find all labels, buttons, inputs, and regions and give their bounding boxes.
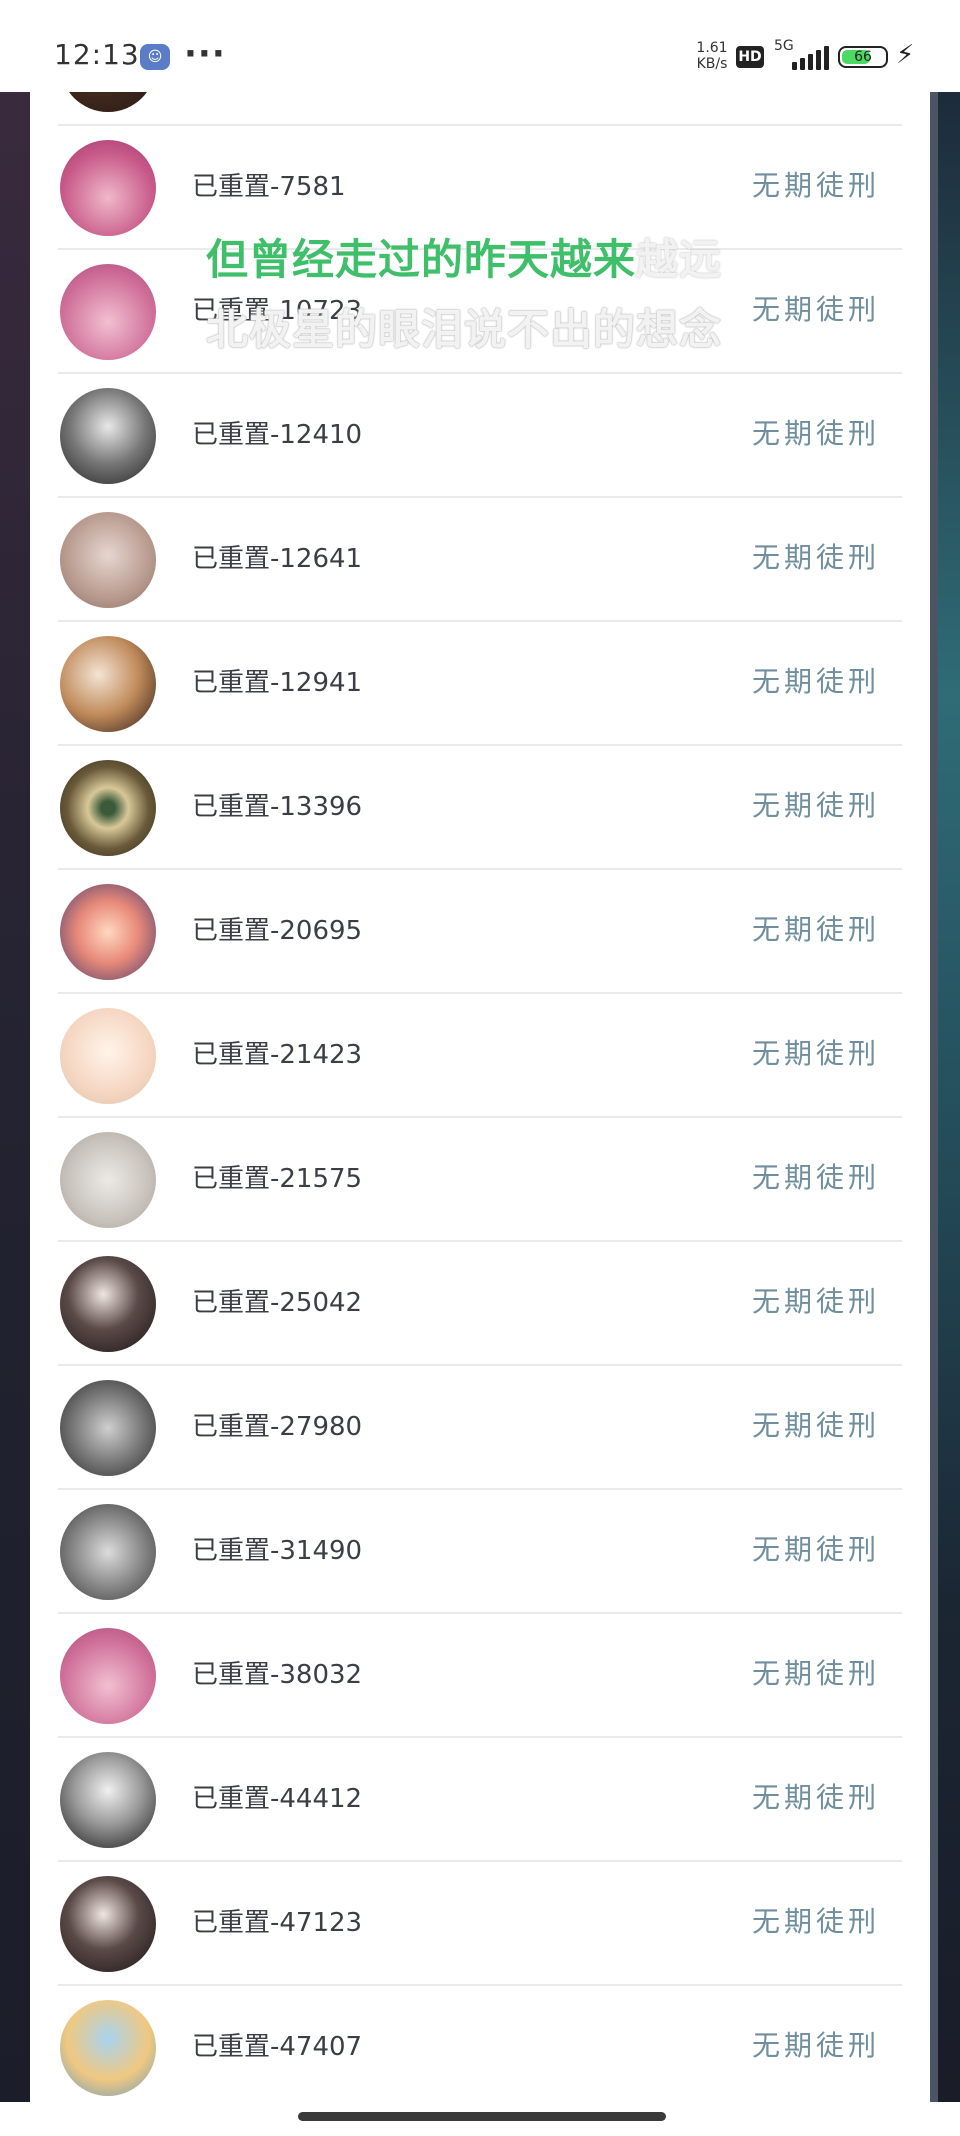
- hd-icon: HD: [736, 46, 764, 68]
- sentence-status: 无期徒刑: [751, 1905, 880, 1938]
- avatar[interactable]: [60, 636, 156, 732]
- user-name: 已重置-38032: [192, 1660, 363, 1690]
- avatar[interactable]: [60, 1380, 156, 1476]
- sentence-status: 无期徒刑: [751, 1037, 880, 1070]
- user-name: 已重置-20695: [192, 916, 363, 946]
- avatar[interactable]: [60, 760, 156, 856]
- sentence-status: 无期徒刑: [751, 293, 880, 326]
- wallpaper-left-edge: [0, 92, 30, 2102]
- avatar[interactable]: [60, 1008, 156, 1104]
- sentence-status: 无期徒刑: [751, 417, 880, 450]
- battery-level: 66: [854, 49, 872, 65]
- avatar[interactable]: [60, 1256, 156, 1352]
- sentence-status: 无期徒刑: [751, 913, 880, 946]
- clock: 12:13: [54, 38, 140, 71]
- list-item[interactable]: [58, 92, 902, 126]
- list-item[interactable]: 已重置-13396 无期徒刑: [58, 746, 902, 870]
- lyric-line-1-unsung: 越远: [636, 235, 723, 284]
- user-name: 已重置-21423: [192, 1040, 363, 1070]
- lyric-line-2: 北极星的眼泪说不出的想念: [206, 305, 723, 354]
- list-item[interactable]: 已重置-12410 无期徒刑: [58, 374, 902, 498]
- user-name: 已重置-21575: [192, 1164, 363, 1194]
- sentence-status: 无期徒刑: [751, 1161, 880, 1194]
- avatar[interactable]: [60, 140, 156, 236]
- home-indicator[interactable]: [298, 2112, 666, 2121]
- list-item[interactable]: 已重置-47123 无期徒刑: [58, 1862, 902, 1986]
- user-name: 已重置-13396: [192, 792, 363, 822]
- sentence-status: 无期徒刑: [751, 789, 880, 822]
- avatar[interactable]: [60, 884, 156, 980]
- list-item[interactable]: 已重置-20695 无期徒刑: [58, 870, 902, 994]
- user-name: 已重置-12641: [192, 544, 363, 574]
- avatar[interactable]: [60, 1752, 156, 1848]
- user-name: 已重置-27980: [192, 1412, 363, 1442]
- list-item[interactable]: 已重置-31490 无期徒刑: [58, 1490, 902, 1614]
- user-name: 已重置-47123: [192, 1908, 363, 1938]
- network-speed: 1.61 KB/s: [696, 40, 728, 72]
- list-item[interactable]: 已重置-47407 无期徒刑: [58, 1986, 902, 2102]
- avatar[interactable]: [60, 1504, 156, 1600]
- sentence-status: 无期徒刑: [751, 1781, 880, 1814]
- list-item[interactable]: 已重置-21423 无期徒刑: [58, 994, 902, 1118]
- sentence-status: 无期徒刑: [751, 665, 880, 698]
- user-name: 已重置-7581: [192, 172, 346, 202]
- list-item[interactable]: 已重置-25042 无期徒刑: [58, 1242, 902, 1366]
- user-name: 已重置-31490: [192, 1536, 363, 1566]
- more-notifications-icon: ···: [184, 34, 226, 74]
- user-name: 已重置-47407: [192, 2032, 363, 2062]
- user-name: 已重置-44412: [192, 1784, 363, 1814]
- list-item[interactable]: 已重置-12941 无期徒刑: [58, 622, 902, 746]
- avatar[interactable]: [60, 2000, 156, 2096]
- wallpaper-right-edge: [930, 92, 960, 2102]
- avatar[interactable]: [60, 264, 156, 360]
- list-item[interactable]: 已重置-21575 无期徒刑: [58, 1118, 902, 1242]
- avatar[interactable]: [60, 1876, 156, 1972]
- sentence-status: 无期徒刑: [751, 1285, 880, 1318]
- user-list: 已重置-7581 无期徒刑 已重置-10723 无期徒刑 已重置-12410 无期徒刑 已重…: [30, 92, 930, 2102]
- battery-icon: 66: [838, 46, 888, 68]
- avatar[interactable]: [60, 512, 156, 608]
- status-bar: 12:13 ☺ ··· 1.61 KB/s HD 5G 66 ⚡: [0, 0, 960, 92]
- user-name: 已重置-25042: [192, 1288, 363, 1318]
- sentence-status: 无期徒刑: [751, 2029, 880, 2062]
- signal-strength-icon: [788, 44, 829, 70]
- list-item[interactable]: 已重置-27980 无期徒刑: [58, 1366, 902, 1490]
- avatar[interactable]: [60, 388, 156, 484]
- user-name: 已重置-12410: [192, 420, 363, 450]
- app-notification-icon: ☺: [140, 44, 170, 70]
- list-item[interactable]: 已重置-12641 无期徒刑: [58, 498, 902, 622]
- charging-icon: ⚡: [896, 40, 915, 70]
- sentence-status: 无期徒刑: [751, 169, 880, 202]
- avatar[interactable]: [60, 92, 156, 112]
- sentence-status: 无期徒刑: [751, 1533, 880, 1566]
- sentence-status: 无期徒刑: [751, 541, 880, 574]
- avatar[interactable]: [60, 1628, 156, 1724]
- user-name: 已重置-12941: [192, 668, 363, 698]
- avatar[interactable]: [60, 1132, 156, 1228]
- user-list-panel: 已重置-7581 无期徒刑 已重置-10723 无期徒刑 已重置-12410 无期徒刑 已重…: [30, 92, 930, 2102]
- sentence-status: 无期徒刑: [751, 1657, 880, 1690]
- sentence-status: 无期徒刑: [751, 1409, 880, 1442]
- lyric-line-1: 但曾经走过的昨天越来越远: [206, 226, 722, 287]
- list-item[interactable]: 已重置-44412 无期徒刑: [58, 1738, 902, 1862]
- lyric-line-1-sung: 但曾经走过的昨天越来: [206, 235, 637, 284]
- list-item[interactable]: 已重置-38032 无期徒刑: [58, 1614, 902, 1738]
